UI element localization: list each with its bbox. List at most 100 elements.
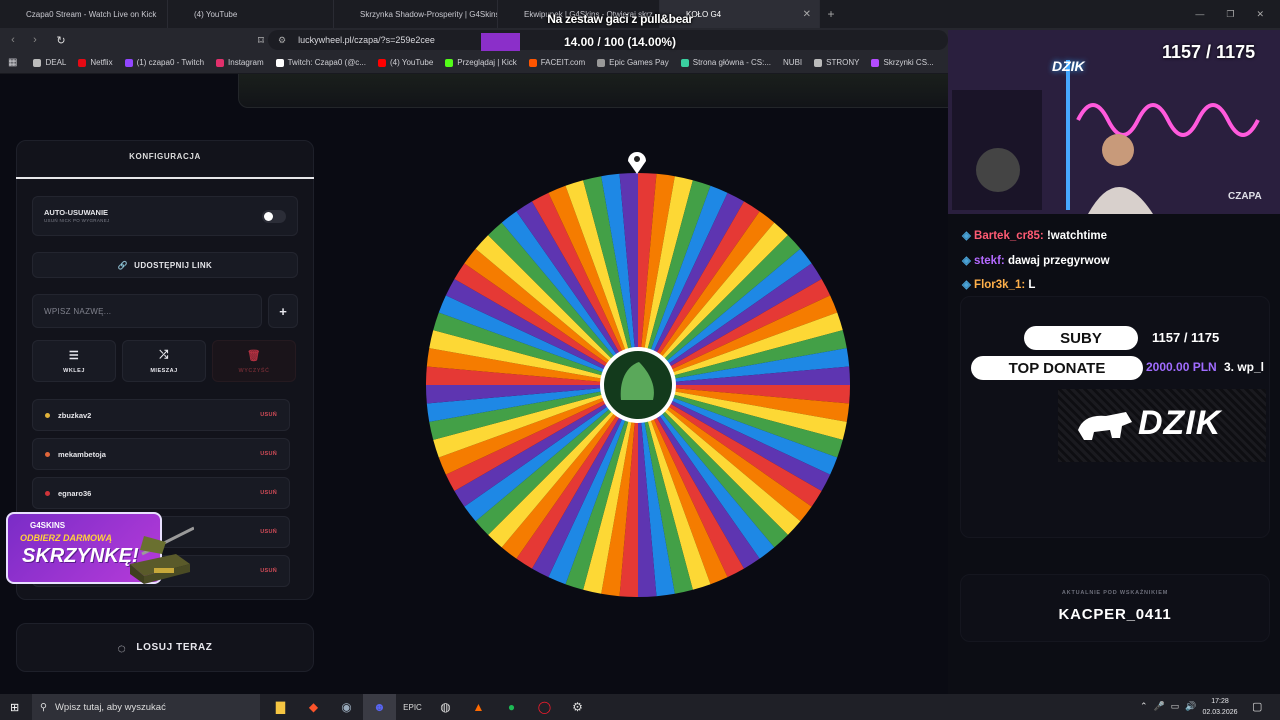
bookmark-item[interactable]: Skrzynki CS... xyxy=(871,58,934,67)
chat-user: stekf: xyxy=(974,255,1005,267)
list-item: zbuzkav2 USUŃ xyxy=(32,399,290,431)
chat-user: Flor3k_1: xyxy=(974,279,1026,291)
epic-games-icon[interactable]: EPIC xyxy=(396,694,429,720)
spinner-icon: ◌ xyxy=(117,639,127,656)
close-window-icon[interactable]: ✕ xyxy=(1256,9,1264,20)
bookmark-item[interactable]: Netflix xyxy=(78,58,113,67)
clear-button[interactable]: 🗑 WYCZYŚĆ xyxy=(212,340,296,382)
subs-count: 1157 / 1175 xyxy=(1152,330,1220,345)
bookmark-item[interactable]: DEAL xyxy=(33,58,66,67)
taskbar-search[interactable]: ⚲ Wpisz tutaj, aby wyszukać xyxy=(32,694,260,720)
bookmark-item[interactable]: (4) YouTube xyxy=(377,58,433,67)
tab-label: Czapa0 Stream - Watch Live on Kick xyxy=(26,9,157,19)
remove-button[interactable]: USUŃ xyxy=(260,568,277,574)
globe-icon xyxy=(597,58,606,67)
shuffle-button[interactable]: ⤮ MIESZAJ xyxy=(122,340,206,382)
draw-label: LOSUJ TERAZ xyxy=(136,642,213,653)
top-donate-value: 2000.00 PLN xyxy=(1146,360,1217,374)
kick-icon xyxy=(445,58,454,67)
color-dot xyxy=(45,412,50,418)
bookmark-item[interactable]: STRONY xyxy=(814,58,859,67)
clock-date: 02.03.2026 xyxy=(1202,709,1238,716)
color-dot xyxy=(45,451,50,457)
taskbar-clock[interactable]: 17:28 02.03.2026 xyxy=(1194,696,1246,718)
forward-icon[interactable]: › xyxy=(26,34,44,46)
boar-icon xyxy=(1078,412,1132,440)
bookmark-item[interactable]: NUBI xyxy=(783,58,802,67)
tab-kick[interactable]: Czapa0 Stream - Watch Live on Kick xyxy=(0,0,168,28)
minimize-icon[interactable]: — xyxy=(1195,9,1204,19)
bookmark-item[interactable]: Epic Games Pay xyxy=(597,58,669,67)
paste-label: WKLEJ xyxy=(63,367,85,374)
windows-start-icon[interactable]: ⊞ xyxy=(10,701,19,714)
bookmark-item[interactable]: Twitch: Czapa0 (@c... xyxy=(275,58,366,67)
remove-button[interactable]: USUŃ xyxy=(260,490,277,496)
shuffle-icon: ⤮ xyxy=(159,348,169,361)
promo-line1: ODBIERZ DARMOWĄ xyxy=(20,533,112,543)
new-tab-button[interactable]: + xyxy=(820,0,842,28)
opera-icon[interactable]: ◯ xyxy=(528,694,561,720)
auto-remove-sublabel: USUŃ NICK PO WYGRANEJ xyxy=(44,218,110,223)
netflix-icon xyxy=(78,58,87,67)
draw-now-button[interactable]: ◌ LOSUJ TERAZ xyxy=(16,623,314,672)
site-info-icon[interactable]: ⚙ xyxy=(278,35,286,46)
obs-icon[interactable]: ◍ xyxy=(429,694,462,720)
discord-icon[interactable]: ☻ xyxy=(363,694,396,720)
wheel-pointer xyxy=(628,152,646,174)
bookmark-item[interactable]: (1) czapa0 - Twitch xyxy=(124,58,204,67)
tab-g4skins-case[interactable]: Skrzynka Shadow-Prosperity | G4Skins xyxy=(334,0,498,28)
chat-user: Bartek_cr85: xyxy=(974,230,1044,242)
folder-icon xyxy=(33,58,42,67)
entry-name: egnaro36 xyxy=(58,488,92,498)
back-icon[interactable]: ‹ xyxy=(4,34,22,46)
bookmark-item[interactable]: Strona główna - CS:... xyxy=(680,58,771,67)
crate-icon xyxy=(130,526,194,584)
subs-counter: 1157 / 1175 xyxy=(1162,42,1256,62)
bookmark-item[interactable]: Przeglądaj | Kick xyxy=(445,58,517,67)
paste-button[interactable]: ☰ WKLEJ xyxy=(32,340,116,382)
youtube-icon xyxy=(377,58,386,67)
config-title: KONFIGURACJA xyxy=(129,152,201,161)
reload-icon[interactable]: ↻ xyxy=(52,34,70,47)
faceit-icon[interactable]: ▲ xyxy=(462,694,495,720)
brave-icon[interactable]: ◆ xyxy=(297,694,330,720)
bookmark-item[interactable]: Instagram xyxy=(216,58,264,67)
remove-button[interactable]: USUŃ xyxy=(260,529,277,535)
divider xyxy=(16,177,314,179)
bookmark-item[interactable]: FACEIT.com xyxy=(528,58,585,67)
toggle-knob xyxy=(264,212,273,221)
share-link-button[interactable]: 🔗 UDOSTĘPNIJ LINK xyxy=(32,252,298,278)
prize-wheel[interactable] xyxy=(425,170,851,600)
tab-label: Skrzynka Shadow-Prosperity | G4Skins xyxy=(360,9,498,19)
remove-button[interactable]: USUŃ xyxy=(260,412,277,418)
clear-label: WYCZYŚĆ xyxy=(238,367,270,374)
top-donate-label: TOP DONATE xyxy=(971,356,1143,380)
steam-icon[interactable]: ◉ xyxy=(330,694,363,720)
list-item: mekambetoja USUŃ xyxy=(32,438,290,470)
entry-name: zbuzkav2 xyxy=(58,410,92,420)
apps-icon[interactable]: ▦ xyxy=(8,57,17,68)
notifications-icon[interactable]: ▢ xyxy=(1252,700,1262,713)
chat-message: ◈ stekf: dawaj przegyrwow xyxy=(962,255,1110,267)
trash-icon: 🗑 xyxy=(246,349,262,362)
chat-text: !watchtime xyxy=(1046,230,1108,242)
settings-icon[interactable]: ⚙ xyxy=(561,694,594,720)
close-tab-icon[interactable]: ✕ xyxy=(803,9,811,20)
maximize-icon[interactable]: ❐ xyxy=(1226,9,1234,20)
tab-label: (4) YouTube xyxy=(194,9,238,19)
file-explorer-icon[interactable]: ▇ xyxy=(264,694,297,720)
remove-button[interactable]: USUŃ xyxy=(260,451,277,457)
spotify-icon[interactable]: ● xyxy=(495,694,528,720)
current-label: AKTUALNIE POD WSKAŹNIKIEM xyxy=(1061,590,1169,596)
add-name-button[interactable]: + xyxy=(268,294,298,328)
goal-progress-text: 14.00 / 100 (14.00%) xyxy=(563,35,677,49)
share-label: UDOSTĘPNIJ LINK xyxy=(134,260,213,270)
folder-icon xyxy=(814,58,823,67)
name-input[interactable]: WPISZ NAZWĘ... xyxy=(32,294,262,328)
list-icon: ☰ xyxy=(68,349,80,362)
instagram-icon xyxy=(216,58,225,67)
tab-youtube[interactable]: (4) YouTube xyxy=(168,0,334,28)
subs-label: SUBY xyxy=(1024,326,1138,350)
chat-message: ◈ Bartek_cr85: !watchtime xyxy=(962,230,1108,242)
g4skins-icon xyxy=(871,58,880,67)
